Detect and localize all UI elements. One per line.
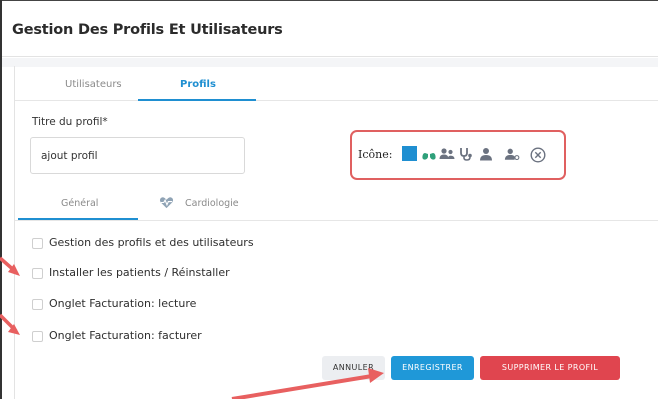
permission-label: Onglet Facturation: lecture bbox=[49, 297, 197, 310]
permission-checkbox[interactable] bbox=[32, 238, 43, 249]
stethoscope-icon[interactable] bbox=[458, 147, 474, 161]
permission-label: Onglet Facturation: facturer bbox=[49, 329, 202, 342]
active-subtab-indicator bbox=[18, 218, 138, 220]
modal-header: Gestion Des Profils Et Utilisateurs bbox=[2, 1, 658, 57]
main-tabs: Utilisateurs Profils bbox=[15, 67, 658, 101]
icon-picker-label: Icône: bbox=[358, 148, 393, 161]
heart-pulse-icon bbox=[159, 197, 174, 209]
permission-checkbox[interactable] bbox=[32, 331, 43, 342]
subtab-general[interactable]: Général bbox=[61, 198, 98, 209]
save-button[interactable]: ENREGISTRER bbox=[391, 356, 474, 380]
delete-profile-button[interactable]: SUPPRIMER LE PROFIL bbox=[480, 356, 620, 380]
subtab-cardiologie[interactable]: Cardiologie bbox=[185, 198, 239, 209]
modal-title: Gestion Des Profils Et Utilisateurs bbox=[12, 22, 283, 38]
modal-window: Gestion Des Profils Et Utilisateurs Util… bbox=[0, 0, 658, 399]
permission-checkbox[interactable] bbox=[32, 268, 43, 279]
lungs-icon[interactable] bbox=[421, 147, 437, 161]
blue-square-icon[interactable] bbox=[402, 146, 417, 161]
user-icon[interactable] bbox=[478, 147, 494, 161]
tab-utilisateurs[interactable]: Utilisateurs bbox=[65, 79, 122, 90]
profile-title-input[interactable] bbox=[30, 137, 245, 174]
permission-tabs: Général Cardiologie bbox=[15, 190, 658, 221]
users-icon[interactable] bbox=[439, 147, 455, 161]
tab-profils[interactable]: Profils bbox=[180, 79, 216, 90]
header-separator bbox=[2, 58, 658, 67]
permission-checkbox[interactable] bbox=[32, 299, 43, 310]
permission-label: Gestion des profils et des utilisateurs bbox=[49, 236, 254, 249]
active-tab-indicator bbox=[138, 99, 256, 101]
permission-label: Installer les patients / Réinstaller bbox=[49, 266, 230, 279]
close-circle-icon[interactable] bbox=[530, 147, 546, 163]
content-border bbox=[14, 66, 15, 399]
cancel-button[interactable]: ANNULER bbox=[322, 356, 385, 380]
user-settings-icon[interactable] bbox=[504, 147, 520, 161]
profile-title-label: Titre du profil* bbox=[32, 116, 108, 128]
